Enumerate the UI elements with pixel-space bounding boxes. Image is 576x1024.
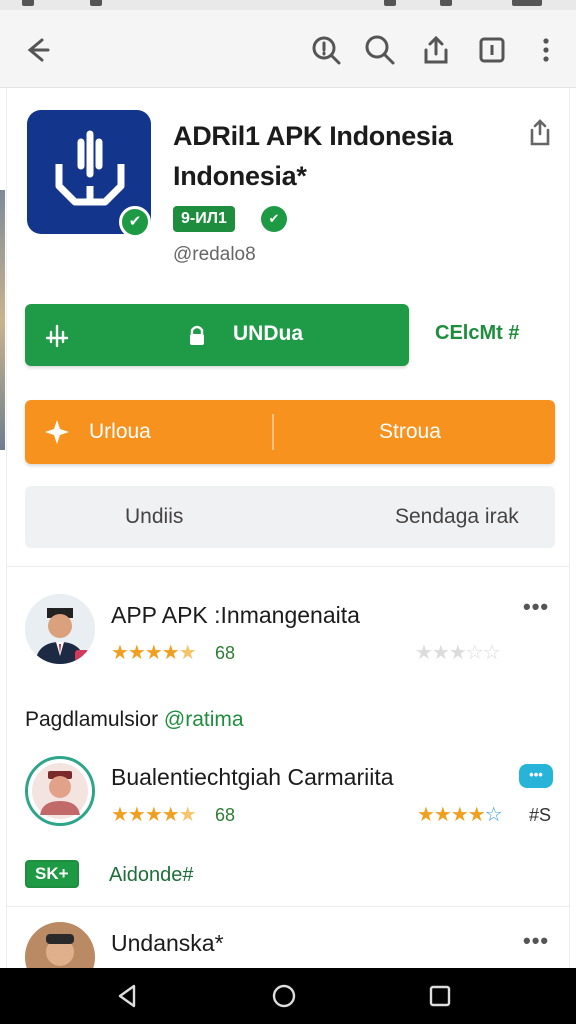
- search-icon[interactable]: [362, 32, 398, 68]
- system-nav-bar: [0, 968, 576, 1024]
- status-bar: [0, 0, 576, 10]
- arrow-left-icon[interactable]: [18, 32, 54, 68]
- chat-bubble-icon[interactable]: •••: [519, 764, 553, 788]
- more-horiz-icon[interactable]: •••: [523, 594, 549, 620]
- nav-back-icon[interactable]: [114, 982, 142, 1010]
- app-logo-icon: [55, 130, 125, 206]
- app-detail-page: ✔ ADRil1 APK Indonesia Indonesia* 9-ИЛ1 …: [6, 88, 570, 968]
- reviewer-name: APP APK :Inmangenaita: [111, 602, 360, 628]
- nav-recents-icon[interactable]: [426, 982, 454, 1010]
- install-label: UNDua: [233, 322, 304, 345]
- faded-rating-stars: ★★★☆☆: [415, 642, 501, 664]
- right-rating-stars: ★★★★☆: [417, 804, 503, 826]
- gray-right-button[interactable]: Sendaga irak: [395, 505, 519, 529]
- avatar[interactable]: [25, 594, 95, 664]
- nav-home-icon[interactable]: [270, 982, 298, 1010]
- section-heading: Pagdlamulsior @ratima: [25, 708, 244, 732]
- section-heading-highlight[interactable]: @ratima: [164, 708, 244, 731]
- background-image-peek: [0, 190, 5, 450]
- clock-indicator: [512, 0, 542, 6]
- more-vert-icon[interactable]: [528, 32, 564, 68]
- gray-left-button[interactable]: Undiis: [125, 505, 183, 529]
- share-icon[interactable]: [418, 32, 454, 68]
- signal-icon: [22, 0, 34, 6]
- rating-stars: ★★★★★: [111, 642, 197, 664]
- gray-action-bar: Undiis Sendaga irak: [25, 486, 555, 548]
- more-info-link[interactable]: CElcMt #: [435, 322, 519, 345]
- more-horiz-icon[interactable]: •••: [523, 928, 549, 954]
- person-avatar-icon: [25, 922, 95, 968]
- orange-action-bar: Urloua Stroua: [25, 400, 555, 464]
- top-toolbar: [0, 10, 576, 88]
- person-avatar-icon: [32, 763, 88, 819]
- avatar[interactable]: [25, 756, 95, 826]
- sparkle-icon: [45, 420, 69, 444]
- install-button[interactable]: UNDua: [25, 304, 409, 366]
- check-icon: ✔: [261, 206, 287, 232]
- tag-chip[interactable]: SK+: [25, 860, 79, 888]
- notification-icon: [90, 0, 102, 6]
- tag-text: Aidonde#: [109, 864, 194, 886]
- app-title: ADRil1 APK Indonesia Indonesia*: [173, 121, 453, 191]
- wifi-icon: [384, 0, 396, 6]
- bookmark-icon[interactable]: [525, 118, 555, 148]
- verified-check-icon: ✔: [119, 206, 151, 238]
- tabs-icon[interactable]: [474, 32, 510, 68]
- divider: [7, 906, 569, 907]
- avatar[interactable]: [25, 922, 95, 968]
- rating-stars: ★★★★★: [111, 804, 197, 826]
- download-icon: [45, 324, 69, 348]
- developer-name[interactable]: @redalo8: [173, 244, 256, 266]
- reviewer-name: Undanska*: [111, 930, 224, 956]
- person-avatar-icon: [25, 594, 95, 664]
- rating-value: 68: [215, 643, 236, 663]
- zoom-icon[interactable]: [308, 32, 344, 68]
- rating-value: 68: [215, 805, 236, 825]
- reviewer-name: Bualentiechtgiah Carmariita: [111, 764, 394, 790]
- section-heading-main: Pagdlamulsior: [25, 708, 159, 731]
- lock-icon: [190, 325, 204, 345]
- button-divider: [272, 414, 274, 450]
- battery-icon: [440, 0, 452, 6]
- orange-left-button[interactable]: Urloua: [89, 420, 151, 444]
- divider: [7, 566, 569, 567]
- right-rating-value: #S: [529, 805, 552, 825]
- category-badge: 9-ИЛ1: [173, 206, 235, 232]
- orange-right-button[interactable]: Stroua: [379, 420, 441, 444]
